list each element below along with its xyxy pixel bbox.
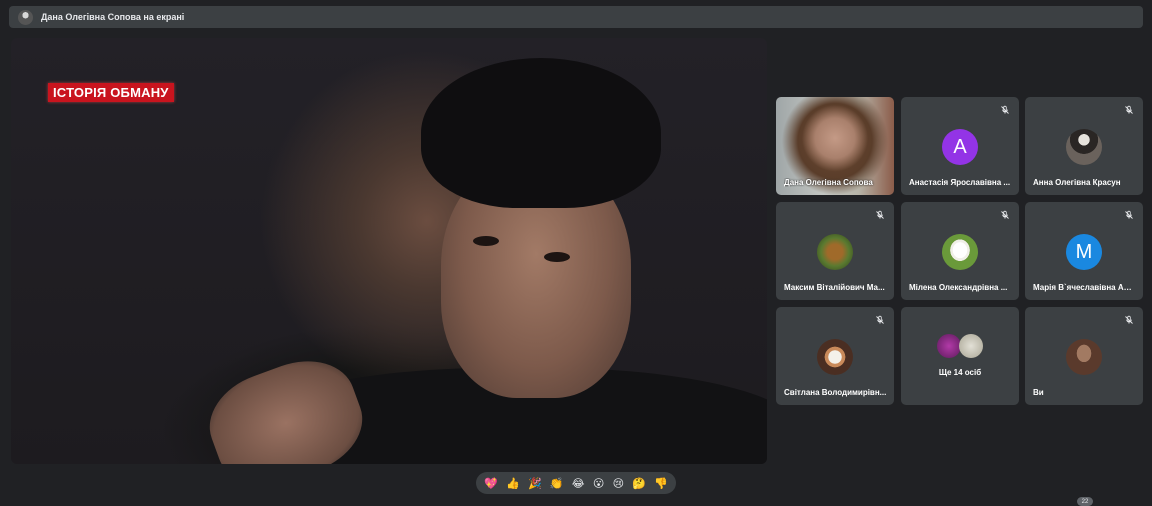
mic-off-icon — [1001, 210, 1009, 219]
participant-tile[interactable]: Світлана Володимирівн... — [776, 307, 894, 405]
avatar-purple-photo-icon — [937, 334, 961, 358]
participant-name: Ви — [1033, 388, 1044, 397]
mic-off-icon — [1001, 105, 1009, 114]
reaction-party-icon[interactable]: 🎉 — [528, 478, 542, 489]
participant-name: Марія В`ячеславівна Аф... — [1033, 283, 1137, 292]
video-person-right-eye — [544, 252, 570, 262]
participant-name: Анастасія Ярославівна ... — [909, 178, 1011, 187]
participant-name: Максим Віталійович Ма... — [784, 283, 885, 292]
mic-off-icon — [876, 210, 884, 219]
participant-name: Світлана Володимирівн... — [784, 388, 887, 397]
video-person-hand — [196, 345, 376, 464]
mic-off-icon — [876, 315, 884, 324]
participant-name: Дана Олегівна Сопова — [784, 178, 873, 187]
presenter-title: Дана Олегівна Сопова на екрані — [41, 12, 185, 22]
participant-tile[interactable]: Анна Олегівна Красун — [1025, 97, 1143, 195]
reaction-clap-icon[interactable]: 👏 — [550, 478, 564, 489]
mic-off-icon — [1125, 210, 1133, 219]
participant-tile[interactable]: Максим Віталійович Ма... — [776, 202, 894, 300]
reactions-bar: 💖 👍 🎉 👏 😂 😮 😢 🤔 👎 — [476, 472, 676, 494]
participant-tile[interactable]: Мілена Олександрівна ... — [901, 202, 1019, 300]
video-person-hair — [421, 58, 661, 208]
goose-photo-icon — [942, 234, 978, 270]
main-video-stream: ІСТОРІЯ ОБМАНУ — [11, 38, 767, 464]
participant-name: Анна Олегівна Красун — [1033, 178, 1121, 187]
reaction-thumbs-down-icon[interactable]: 👎 — [654, 478, 668, 489]
avatar-light-photo-icon — [959, 334, 983, 358]
reaction-heart-icon[interactable]: 💖 — [484, 478, 498, 489]
letter-avatar: A — [942, 129, 978, 165]
participant-name: Мілена Олександрівна ... — [909, 283, 1008, 292]
self-photo-icon — [1066, 339, 1102, 375]
reaction-thumbs-up-icon[interactable]: 👍 — [506, 478, 520, 489]
participant-tile[interactable]: M Марія В`ячеславівна Аф... — [1025, 202, 1143, 300]
more-participants-tile[interactable]: Ще 14 осіб — [901, 307, 1019, 405]
more-participants-label: Ще 14 осіб — [938, 368, 982, 377]
pet-photo-icon — [817, 339, 853, 375]
reaction-sad-icon[interactable]: 😢 — [613, 478, 624, 489]
mic-off-icon — [1125, 315, 1133, 324]
reaction-thinking-icon[interactable]: 🤔 — [632, 478, 646, 489]
participant-tile-self[interactable]: Ви — [1025, 307, 1143, 405]
participant-tile[interactable]: A Анастасія Ярославівна ... — [901, 97, 1019, 195]
video-person-left-eye — [473, 236, 499, 246]
presenter-avatar — [18, 9, 33, 25]
more-avatars-group — [937, 334, 985, 360]
presenter-bar: Дана Олегівна Сопова на екрані — [9, 6, 1143, 28]
participants-grid: Дана Олегівна Сопова A Анастасія Ярослав… — [776, 97, 1143, 406]
participant-count-badge[interactable]: 22 — [1077, 497, 1093, 506]
participant-tile[interactable]: Дана Олегівна Сопова — [776, 97, 894, 195]
reaction-laugh-icon[interactable]: 😂 — [572, 478, 585, 489]
show-logo: ІСТОРІЯ ОБМАНУ — [48, 83, 174, 102]
letter-avatar: M — [1066, 234, 1102, 270]
mic-off-icon — [1125, 105, 1133, 114]
painting-face-icon — [817, 234, 853, 270]
reaction-surprised-icon[interactable]: 😮 — [593, 478, 604, 489]
person-photo-icon — [1066, 129, 1102, 165]
